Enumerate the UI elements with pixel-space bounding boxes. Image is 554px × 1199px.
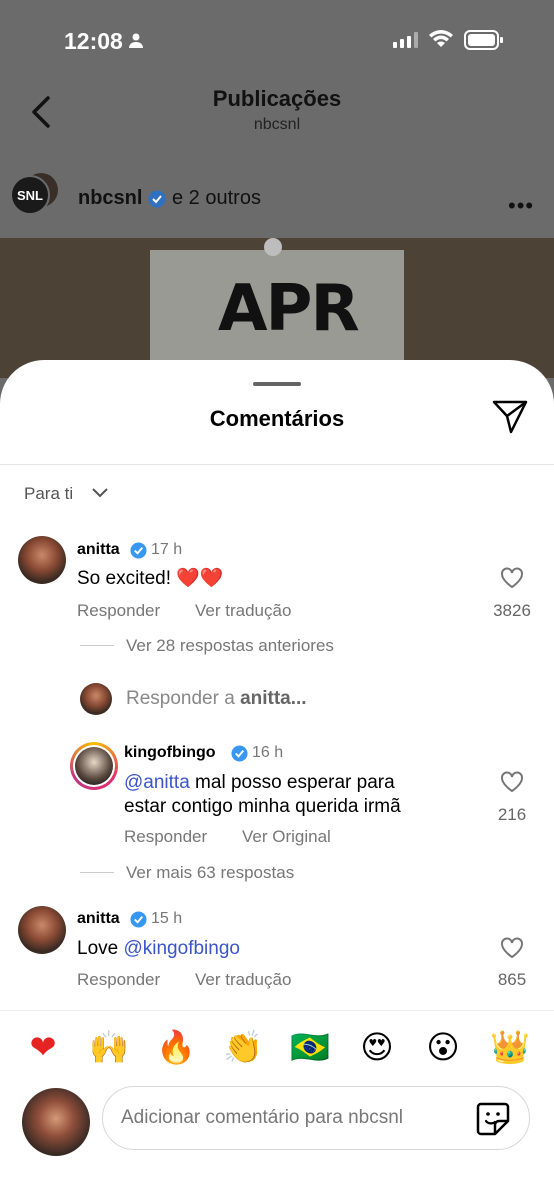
- comment-input[interactable]: [121, 1101, 461, 1135]
- chevron-down-icon[interactable]: [92, 488, 108, 498]
- reply-button[interactable]: Responder: [124, 827, 207, 847]
- mention-link[interactable]: @anitta: [124, 772, 190, 793]
- verified-badge-icon: [130, 542, 147, 559]
- like-count: 216: [497, 805, 527, 824]
- comment-time: 16 h: [252, 744, 284, 761]
- emoji-crown[interactable]: 👑: [490, 1027, 530, 1067]
- emoji-surprised[interactable]: 😮: [423, 1027, 463, 1067]
- battery-icon: [464, 30, 503, 50]
- emoji-heart[interactable]: ❤: [23, 1027, 63, 1067]
- post-image: APR: [0, 238, 554, 380]
- comment-text-line2: estar contigo minha querida irmã: [124, 796, 401, 817]
- comment-username[interactable]: anitta: [77, 541, 120, 559]
- like-count: 3826: [493, 601, 531, 620]
- status-bar: 12:08: [0, 0, 554, 80]
- avatar[interactable]: [18, 906, 66, 954]
- see-translation-button[interactable]: Ver tradução: [195, 601, 291, 621]
- emoji-fire[interactable]: 🔥: [156, 1027, 196, 1067]
- snl-avatar[interactable]: SNL: [10, 175, 50, 215]
- note-text: APR: [218, 272, 360, 346]
- cellular-signal-icon: [393, 32, 418, 48]
- like-heart-icon[interactable]: [500, 771, 524, 793]
- comment-text: @anitta mal posso esperar para: [124, 770, 395, 795]
- status-time: 12:08: [64, 28, 123, 54]
- sticker-icon[interactable]: [475, 1101, 511, 1137]
- thread-line: [80, 872, 114, 873]
- like-heart-icon[interactable]: [500, 567, 524, 589]
- pushpin: [264, 238, 282, 256]
- sheet-title: Comentários: [209, 406, 345, 431]
- view-previous-replies[interactable]: Ver 28 respostas anteriores: [126, 636, 334, 656]
- view-more-replies[interactable]: Ver mais 63 respostas: [126, 863, 294, 883]
- comment-time: 17 h: [151, 541, 183, 558]
- divider: [0, 464, 554, 465]
- comment-text-prefix: Love: [77, 938, 124, 959]
- mention-link[interactable]: @kingofbingo: [123, 938, 239, 959]
- comment-text-line1: mal posso esperar para: [189, 772, 395, 793]
- wifi-icon: [429, 30, 453, 47]
- avatar: [80, 683, 112, 715]
- verified-badge-icon: [130, 911, 147, 928]
- reply-prompt-prefix: Responder a: [126, 688, 241, 709]
- comment-text: Love @kingofbingo: [77, 936, 240, 961]
- post-header: SNL nbcsnl e 2 outros •••: [0, 165, 554, 235]
- verified-badge-icon: [231, 745, 248, 762]
- page-title: Publicações: [212, 86, 342, 111]
- post-username[interactable]: nbcsnl: [78, 187, 142, 210]
- see-translation-button[interactable]: Ver tradução: [195, 970, 291, 990]
- comment-username[interactable]: kingofbingo: [124, 744, 216, 762]
- thread-line: [80, 645, 114, 646]
- reply-button[interactable]: Responder: [77, 970, 160, 990]
- current-user-avatar: [22, 1088, 90, 1156]
- comment-composer: [0, 1080, 554, 1199]
- comment-input-wrapper: [102, 1086, 530, 1150]
- comment-time: 15 h: [151, 910, 183, 927]
- sheet-grabber[interactable]: [253, 382, 301, 386]
- verified-badge-icon: [148, 190, 166, 208]
- reply-button[interactable]: Responder: [77, 601, 160, 621]
- avatar-story-ring[interactable]: [70, 742, 118, 790]
- comment-username[interactable]: anitta: [77, 910, 120, 928]
- comment-text: So excited! ❤️❤️: [77, 568, 224, 589]
- person-icon: [129, 33, 143, 48]
- like-heart-icon[interactable]: [500, 937, 524, 959]
- reply-to-input[interactable]: Responder a anitta...: [126, 688, 307, 710]
- comments-sheet: Comentários Para ti anitta 17 h So excit…: [0, 360, 554, 1199]
- like-count: 865: [497, 970, 527, 989]
- quick-emoji-bar: ❤ 🙌 🔥 👏 🇧🇷 😍 😮 👑: [0, 1010, 554, 1080]
- reply-prompt-user: anitta...: [240, 688, 307, 709]
- post-collaborators[interactable]: e 2 outros: [172, 187, 261, 210]
- avatar[interactable]: [18, 536, 66, 584]
- page-subtitle: nbcsnl: [253, 116, 301, 133]
- see-original-button[interactable]: Ver Original: [242, 827, 331, 847]
- emoji-raised-hands[interactable]: 🙌: [89, 1027, 129, 1067]
- share-send-icon[interactable]: [492, 400, 528, 434]
- emoji-heart-eyes[interactable]: 😍: [357, 1027, 397, 1067]
- more-options-icon[interactable]: •••: [508, 193, 534, 219]
- top-navigation-bar: Publicações nbcsnl: [0, 80, 554, 150]
- emoji-brazil-flag[interactable]: 🇧🇷: [290, 1027, 330, 1067]
- emoji-clapping[interactable]: 👏: [223, 1027, 263, 1067]
- sort-filter-label[interactable]: Para ti: [24, 484, 73, 504]
